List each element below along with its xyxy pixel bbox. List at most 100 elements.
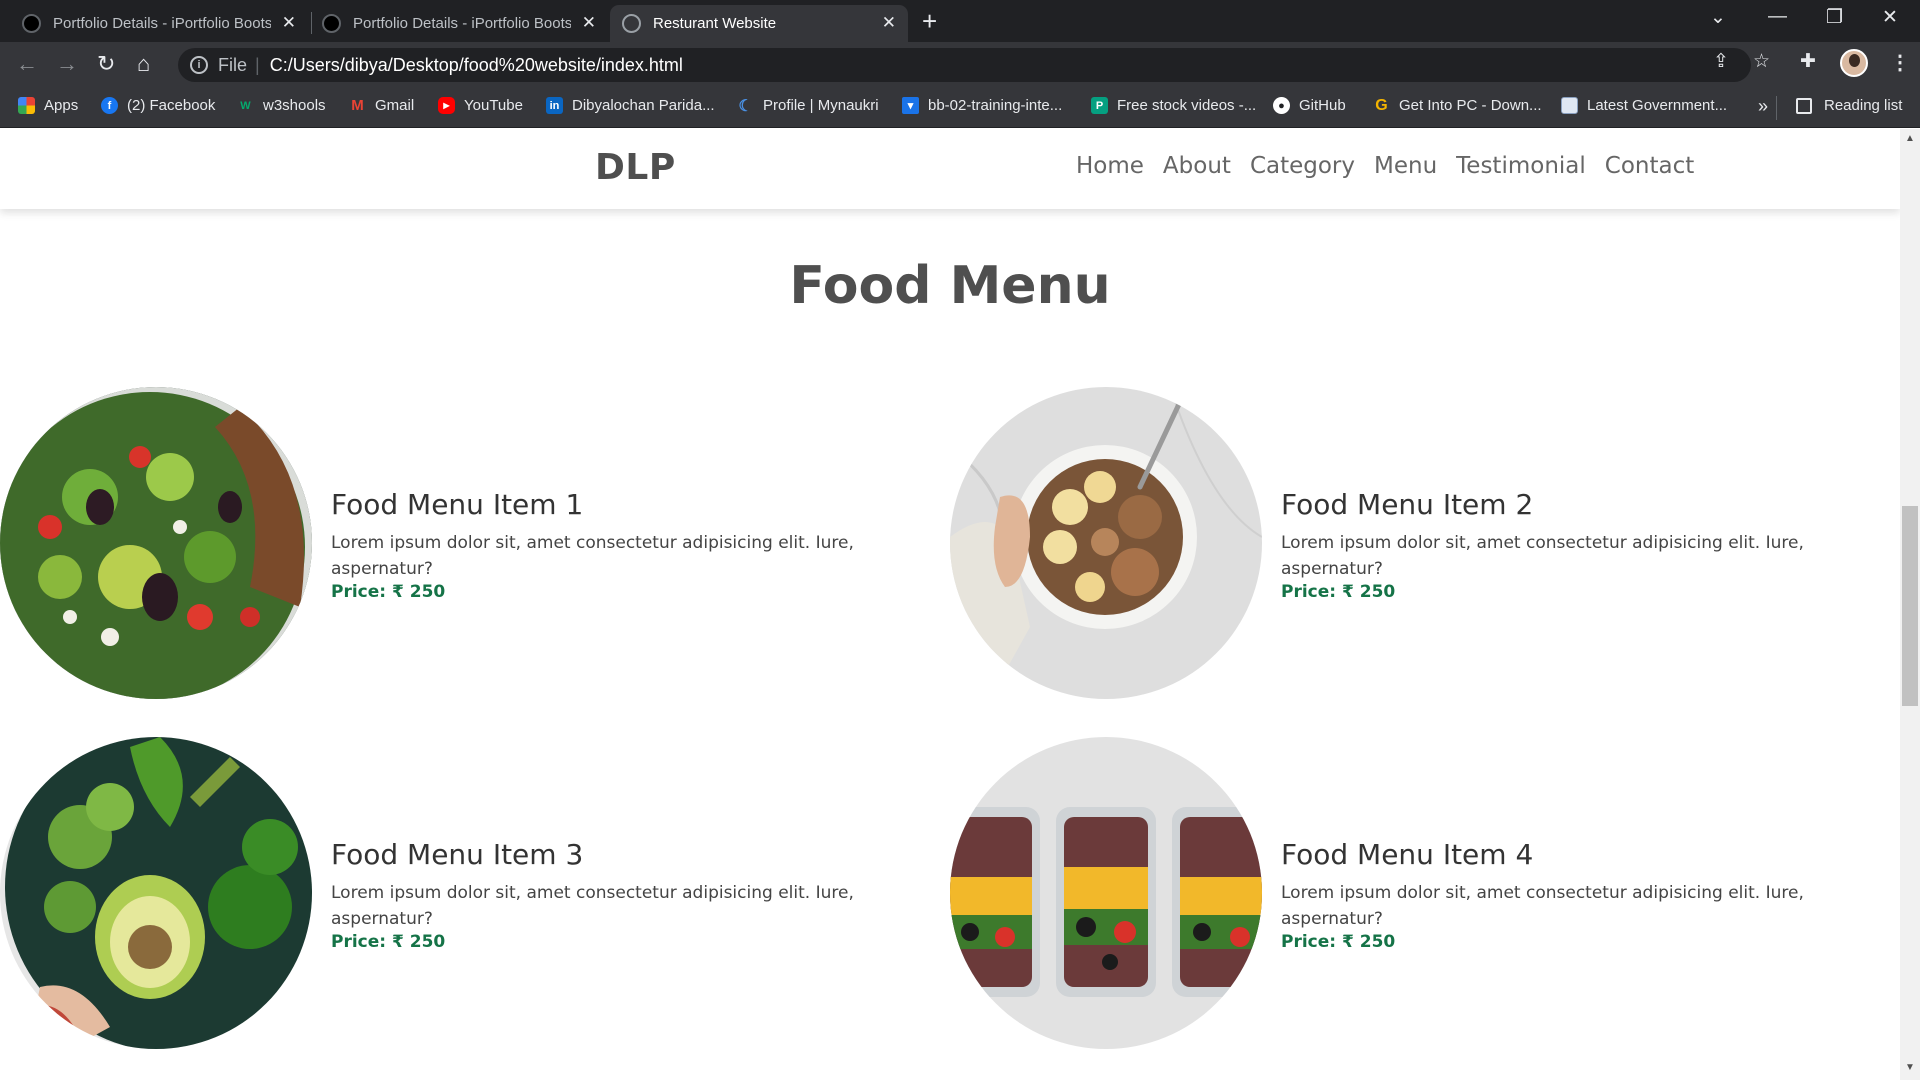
menu-item: Food Menu Item 1 Lorem ipsum dolor sit, … bbox=[0, 387, 950, 707]
w3schools-icon: W bbox=[240, 99, 251, 112]
share-icon[interactable]: ⇪ bbox=[1713, 50, 1729, 73]
bookmark-facebook[interactable]: f (2) Facebook bbox=[101, 97, 215, 114]
menu-item-description: Lorem ipsum dolor sit, amet consectetur … bbox=[331, 883, 854, 929]
bookmark-youtube[interactable]: ▶ YouTube bbox=[438, 97, 523, 114]
menu-item-text: Food Menu Item 2 Lorem ipsum dolor sit, … bbox=[1281, 488, 1841, 602]
info-icon[interactable]: i bbox=[190, 56, 208, 74]
menu-item: Food Menu Item 3 Lorem ipsum dolor sit, … bbox=[0, 737, 950, 1057]
bookmark-label: (2) Facebook bbox=[127, 97, 216, 114]
tab-3-active[interactable]: Resturant Website ✕ bbox=[610, 5, 908, 42]
github-favicon-icon bbox=[22, 14, 41, 33]
menu-item-description: Lorem ipsum dolor sit, amet consectetur … bbox=[331, 533, 854, 579]
menu-item-price: Price: ₹ 250 bbox=[331, 932, 446, 952]
browser-toolbar: ← → ↻ ⌂ i File | C:/Users/dibya/Desktop/… bbox=[0, 42, 1920, 88]
bookmark-label: w3shools bbox=[263, 97, 326, 114]
address-url[interactable]: C:/Users/dibya/Desktop/food%20website/in… bbox=[270, 55, 683, 76]
bookmark-label: Get Into PC - Down... bbox=[1399, 97, 1542, 114]
menu-item-text: Food Menu Item 3 Lorem ipsum dolor sit, … bbox=[331, 838, 891, 952]
tab-2[interactable]: Portfolio Details - iPortfolio Bootstrap… bbox=[310, 5, 608, 42]
nav-testimonial[interactable]: Testimonial bbox=[1456, 153, 1586, 179]
star-bookmark-icon[interactable]: ☆ bbox=[1753, 50, 1770, 73]
more-bookmarks-icon[interactable]: » bbox=[1758, 96, 1768, 117]
site-header: DLP Home About Category Menu Testimonial… bbox=[0, 129, 1900, 209]
github-favicon-icon bbox=[322, 14, 341, 33]
restore-icon[interactable]: ❐ bbox=[1826, 6, 1843, 29]
bookmarks-bar: Apps f (2) Facebook W w3shools M Gmail ▶… bbox=[0, 88, 1920, 128]
globe-icon bbox=[622, 14, 641, 33]
youtube-icon: ▶ bbox=[438, 97, 455, 114]
scroll-down-arrow-icon[interactable]: ▼ bbox=[1905, 1062, 1915, 1073]
bookmark-linkedin[interactable]: in Dibyalochan Parida... bbox=[546, 97, 715, 114]
bookmark-label: Free stock videos -... bbox=[1117, 97, 1257, 114]
forward-arrow-icon[interactable]: → bbox=[56, 51, 78, 77]
bookmark-github[interactable]: ● GitHub bbox=[1273, 97, 1346, 114]
extensions-puzzle-icon[interactable]: ✚ bbox=[1800, 50, 1816, 73]
naukri-icon: ☾ bbox=[738, 97, 753, 115]
close-icon[interactable]: ✕ bbox=[282, 13, 296, 33]
reload-icon[interactable]: ↻ bbox=[97, 51, 115, 77]
tab-strip: Portfolio Details - iPortfolio Bootstrap… bbox=[0, 0, 1920, 42]
home-icon[interactable]: ⌂ bbox=[137, 51, 150, 77]
profile-avatar[interactable] bbox=[1840, 49, 1868, 77]
bookmark-label: Apps bbox=[44, 97, 79, 114]
news-icon bbox=[1561, 97, 1578, 114]
more-menu-icon[interactable]: ⋮ bbox=[1890, 50, 1910, 75]
menu-item-title: Food Menu Item 3 bbox=[331, 838, 584, 871]
tab-title: Resturant Website bbox=[653, 15, 777, 32]
nav-contact[interactable]: Contact bbox=[1605, 153, 1694, 179]
bookmark-label: Profile | Mynaukri bbox=[763, 97, 879, 114]
bookmark-pexels[interactable]: P Free stock videos -... bbox=[1091, 97, 1256, 114]
scrollbar-thumb[interactable] bbox=[1902, 506, 1918, 706]
close-icon[interactable]: ✕ bbox=[882, 13, 896, 33]
site-logo[interactable]: DLP bbox=[595, 147, 676, 188]
menu-item-text: Food Menu Item 4 Lorem ipsum dolor sit, … bbox=[1281, 838, 1841, 952]
menu-item-text: Food Menu Item 1 Lorem ipsum dolor sit, … bbox=[331, 488, 891, 602]
main-nav: Home About Category Menu Testimonial Con… bbox=[1076, 153, 1713, 179]
nav-about[interactable]: About bbox=[1163, 153, 1231, 179]
menu-item: Food Menu Item 4 Lorem ipsum dolor sit, … bbox=[950, 737, 1900, 1057]
bookmarks-divider bbox=[1776, 96, 1777, 120]
food-image-meal-prep-containers bbox=[950, 737, 1262, 1049]
bookmark-label: bb-02-training-inte... bbox=[928, 97, 1063, 114]
nav-home[interactable]: Home bbox=[1076, 153, 1144, 179]
minimize-icon[interactable]: — bbox=[1768, 6, 1787, 28]
page-viewport: DLP Home About Category Menu Testimonial… bbox=[0, 129, 1900, 1080]
gmail-icon: M bbox=[351, 97, 364, 114]
food-image-granola-bowl bbox=[950, 387, 1262, 699]
bookmark-government[interactable]: Latest Government... bbox=[1561, 97, 1727, 114]
linkedin-icon: in bbox=[546, 97, 563, 114]
reading-list-button[interactable]: Reading list bbox=[1796, 97, 1902, 114]
pexels-icon: P bbox=[1091, 97, 1108, 114]
menu-item-title: Food Menu Item 4 bbox=[1281, 838, 1534, 871]
menu-item-price: Price: ₹ 250 bbox=[1281, 582, 1396, 602]
tab-1[interactable]: Portfolio Details - iPortfolio Bootstrap… bbox=[10, 5, 308, 42]
close-icon[interactable]: ✕ bbox=[582, 13, 596, 33]
bookmark-label: GitHub bbox=[1299, 97, 1346, 114]
github-icon: ● bbox=[1273, 97, 1290, 114]
bookmark-apps[interactable]: Apps bbox=[18, 97, 78, 114]
bookmark-mynaukri[interactable]: ☾ Profile | Mynaukri bbox=[737, 97, 879, 115]
getintopc-icon: G bbox=[1375, 96, 1388, 114]
tab-search-icon[interactable]: ⌄ bbox=[1710, 6, 1726, 29]
new-tab-button[interactable]: + bbox=[922, 6, 937, 37]
menu-item: Food Menu Item 2 Lorem ipsum dolor sit, … bbox=[950, 387, 1900, 707]
nav-category[interactable]: Category bbox=[1250, 153, 1355, 179]
bookmark-training[interactable]: ▾ bb-02-training-inte... bbox=[902, 97, 1062, 114]
address-bar[interactable]: i File | C:/Users/dibya/Desktop/food%20w… bbox=[178, 48, 1751, 82]
menu-item-price: Price: ₹ 250 bbox=[1281, 932, 1396, 952]
menu-item-title: Food Menu Item 2 bbox=[1281, 488, 1534, 521]
scroll-up-arrow-icon[interactable]: ▲ bbox=[1905, 133, 1915, 144]
tab-title: Portfolio Details - iPortfolio Bootstrap bbox=[53, 15, 271, 32]
back-arrow-icon[interactable]: ← bbox=[16, 51, 38, 77]
nav-menu[interactable]: Menu bbox=[1374, 153, 1437, 179]
bookmark-label: Dibyalochan Parida... bbox=[572, 97, 715, 114]
menu-item-description: Lorem ipsum dolor sit, amet consectetur … bbox=[1281, 883, 1804, 929]
address-scheme: File bbox=[218, 54, 248, 75]
window-close-icon[interactable]: ✕ bbox=[1882, 6, 1898, 29]
bookmark-gmail[interactable]: M Gmail bbox=[349, 97, 414, 114]
bookmark-getintopc[interactable]: G Get Into PC - Down... bbox=[1373, 96, 1542, 115]
bookmark-label: Latest Government... bbox=[1587, 97, 1728, 114]
address-divider: | bbox=[255, 54, 260, 75]
menu-item-description: Lorem ipsum dolor sit, amet consectetur … bbox=[1281, 533, 1804, 579]
bookmark-w3schools[interactable]: W w3shools bbox=[237, 97, 326, 114]
